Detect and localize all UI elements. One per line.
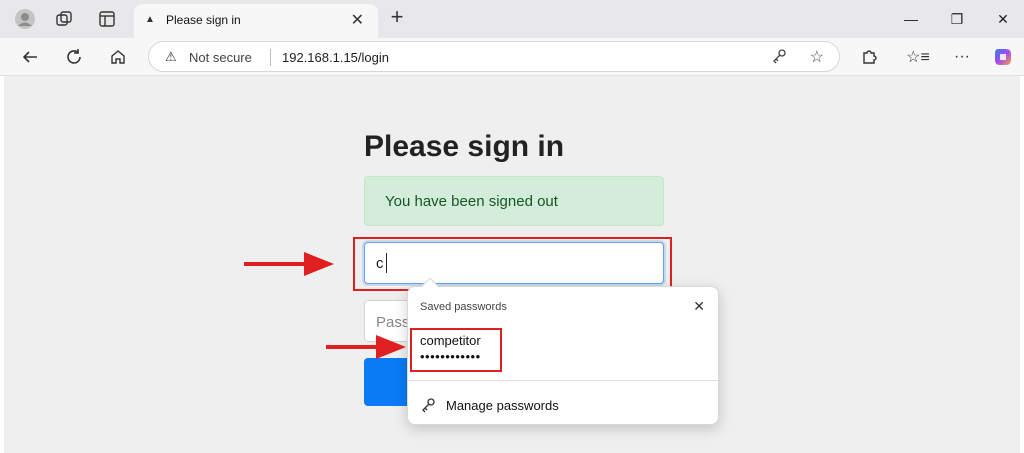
more-icon[interactable]: ··· [949,45,975,69]
manage-passwords-label: Manage passwords [446,398,559,413]
tab-title: Please sign in [166,13,241,27]
refresh-icon[interactable] [61,45,87,69]
password-placeholder: Pass [376,314,410,331]
browser-toolbar: ⚠ Not secure 192.168.1.15/login ☆ ☆≡ ··· [0,38,1024,76]
annotation-highlight-credential [410,328,502,372]
address-bar[interactable]: ⚠ Not secure 192.168.1.15/login ☆ [148,41,840,72]
home-icon[interactable] [105,45,131,69]
active-tab[interactable]: ▲ Please sign in ✕ [134,4,378,38]
annotation-arrow-username [244,252,334,276]
minimize-icon[interactable]: — [896,6,926,32]
copilot-icon[interactable] [990,45,1016,69]
close-icon[interactable]: ✕ [693,298,705,315]
signed-out-alert: You have been signed out [364,176,664,226]
url-text[interactable]: 192.168.1.15/login [282,50,389,65]
alert-text: You have been signed out [385,193,558,210]
security-label[interactable]: Not secure [189,50,252,65]
popup-title: Saved passwords [420,301,507,313]
key-icon [420,397,436,416]
favorites-icon[interactable]: ☆≡ [905,45,931,69]
saved-passwords-popup: Saved passwords ✕ competitor •••••••••••… [407,277,719,425]
warning-icon[interactable]: ⚠ [165,49,177,65]
profile-icon[interactable] [13,7,37,31]
tab-strip: ▲ Please sign in ✕ + — ❐ ✕ [0,0,1024,38]
address-separator [270,49,271,66]
back-icon[interactable] [17,45,43,69]
close-window-icon[interactable]: ✕ [988,6,1018,32]
annotation-arrow-credential [326,335,406,359]
new-tab-icon[interactable]: + [384,4,410,30]
key-icon[interactable] [771,48,787,67]
popup-divider [408,380,718,381]
page-title: Please sign in [364,130,565,163]
tab-actions-icon[interactable] [95,7,119,31]
annotation-highlight-username [353,237,672,291]
restore-icon[interactable]: ❐ [942,6,972,32]
extensions-icon[interactable] [856,45,882,69]
workspaces-icon[interactable] [52,7,76,31]
favorite-star-icon[interactable]: ☆ [810,47,824,67]
warning-triangle-icon: ▲ [145,14,155,25]
close-tab-icon[interactable]: ✕ [351,10,364,30]
